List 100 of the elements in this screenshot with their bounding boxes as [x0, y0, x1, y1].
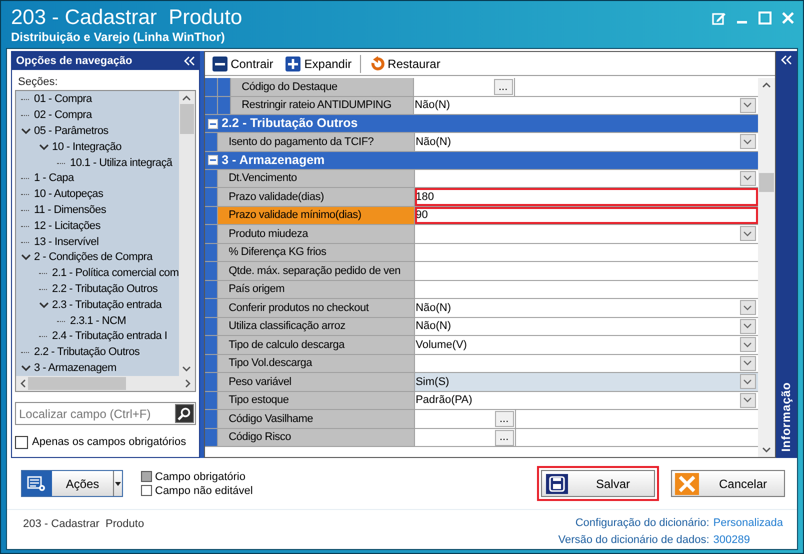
ellipsis-button[interactable]: ... [494, 411, 514, 427]
dropdown-button[interactable] [740, 337, 756, 352]
collapse-icon[interactable] [780, 55, 792, 65]
field-value[interactable]: Sim(S) [414, 373, 758, 390]
tree-item[interactable]: 01 - Compra [34, 92, 92, 108]
info-panel-title: Informação [778, 382, 794, 452]
section-header[interactable]: 2.2 - Tributação Outros [204, 115, 758, 133]
search-button[interactable] [174, 404, 194, 423]
dropdown-button[interactable] [740, 98, 756, 112]
field-value[interactable]: Não(N) [414, 133, 758, 150]
save-button[interactable]: Salvar [541, 470, 655, 497]
chevron-down-icon [743, 102, 752, 108]
field-label[interactable]: Qtde. máx. separação pedido de ven [218, 262, 415, 280]
dropdown-button[interactable] [740, 134, 756, 149]
scroll-right-icon[interactable] [184, 379, 191, 388]
field-value[interactable]: Não(N) [414, 318, 758, 335]
edit-icon[interactable] [712, 11, 726, 25]
field-label[interactable]: País origem [218, 280, 415, 298]
dropdown-button[interactable] [740, 300, 756, 315]
tree-item[interactable]: 1 - Capa [34, 171, 74, 186]
tree-item[interactable]: 2.3.1 - NCM [70, 314, 126, 329]
scrollbar-thumb[interactable] [758, 173, 774, 192]
chevron-icon[interactable] [21, 254, 31, 262]
field-label[interactable]: Prazo validade mínimo(dias) [218, 206, 415, 224]
info-panel[interactable]: Informação [776, 51, 797, 458]
field-label[interactable]: Código do Destaque [230, 78, 414, 96]
tree-item[interactable]: 2.3 - Tributação entrada [52, 298, 162, 313]
tree-item[interactable]: 2.2 - Tributação Outros [34, 345, 140, 360]
save-icon [546, 474, 568, 494]
field-label[interactable]: Dt.Vencimento [218, 170, 415, 187]
minus-box-icon[interactable] [208, 155, 218, 165]
scroll-up-icon[interactable] [182, 95, 192, 101]
dropdown-button[interactable] [740, 374, 756, 389]
tree-item[interactable]: 3 - Armazenagem [34, 360, 116, 376]
toolbar-button[interactable]: Contrair [208, 54, 278, 72]
chevron-down-icon [743, 304, 752, 310]
field-label[interactable]: Peso variável [218, 373, 415, 390]
ellipsis-button[interactable]: ... [494, 430, 514, 446]
tree-item[interactable]: 10 - Autopeças [34, 187, 104, 202]
maximize-icon[interactable] [758, 11, 772, 25]
field-label[interactable]: Código Vasilhame [218, 410, 415, 428]
actions-button[interactable]: Ações [21, 470, 123, 497]
field-label[interactable]: Isento do pagamento da TCIF? [218, 133, 415, 150]
field-label[interactable]: Tipo Vol.descarga [218, 354, 415, 372]
scrollbar-thumb[interactable] [28, 377, 126, 390]
chevron-icon[interactable] [39, 302, 49, 309]
minus-box-icon[interactable] [208, 118, 218, 128]
search-field[interactable]: Localizar campo (Ctrl+F) [15, 402, 196, 425]
scroll-up-icon[interactable] [762, 82, 771, 88]
field-value[interactable]: Padrão(PA) [414, 392, 758, 409]
field-label[interactable]: Código Risco [218, 428, 415, 446]
field-label[interactable]: Conferir produtos no checkout [218, 299, 415, 316]
tree-item[interactable]: 10 - Integração [52, 140, 122, 155]
field-label[interactable]: Produto miudeza [218, 225, 415, 242]
chevron-icon[interactable] [21, 128, 31, 135]
tree-item[interactable]: 10.1 - Utiliza integraçã [70, 156, 172, 171]
field-value[interactable]: Não(N) [414, 96, 758, 114]
tree-item[interactable]: 2.2 - Tributação Outros [52, 282, 158, 297]
tree-item[interactable]: 2.1 - Política comercial com [52, 266, 179, 282]
field-value[interactable]: Volume(V) [414, 336, 758, 354]
tree-item[interactable]: 2 - Condições de Compra [34, 250, 152, 266]
field-label[interactable]: Tipo estoque [218, 392, 415, 409]
search-icon [177, 406, 192, 420]
field-label[interactable]: Tipo de calculo descarga [218, 336, 415, 354]
ellipsis-button[interactable]: ... [494, 79, 513, 95]
toolbar-button[interactable]: Expandir [281, 54, 356, 72]
cancel-button[interactable]: Cancelar [671, 470, 785, 497]
section-header[interactable]: 3 - Armazenagem [204, 152, 758, 170]
dropdown-button[interactable] [740, 392, 756, 408]
field-value[interactable] [414, 354, 758, 372]
field-label[interactable]: Restringir rateio ANTIDUMPING [230, 96, 414, 114]
field-value[interactable] [414, 225, 758, 242]
toolbar-button[interactable]: Restaurar [364, 54, 444, 72]
scroll-left-icon[interactable] [20, 379, 26, 388]
scroll-down-icon[interactable] [762, 447, 771, 453]
field-label[interactable]: Prazo validade(dias) [218, 188, 415, 206]
close-icon[interactable] [781, 11, 795, 25]
dropdown-button[interactable] [740, 226, 756, 241]
chevron-down-icon [743, 360, 752, 366]
scrollbar-thumb[interactable] [180, 104, 194, 134]
tree-item[interactable]: 11 - Dimensões [34, 202, 106, 218]
field-value[interactable] [414, 170, 758, 187]
tree-item[interactable]: 2.4 - Tributação entrada I [52, 329, 168, 344]
tree-item[interactable]: 13 - Inservível [34, 234, 99, 250]
tree-item[interactable]: 12 - Licitações [34, 218, 100, 234]
chevron-icon[interactable] [21, 364, 31, 372]
checkbox[interactable] [15, 436, 28, 449]
dropdown-button[interactable] [740, 170, 756, 186]
tree-item[interactable]: 02 - Compra [34, 108, 92, 124]
field-value[interactable]: Não(N) [414, 299, 758, 316]
field-label[interactable]: % Diferença KG frios [218, 244, 415, 261]
chevron-icon[interactable] [39, 144, 49, 151]
dropdown-button[interactable] [740, 318, 756, 334]
scroll-down-icon[interactable] [182, 366, 192, 372]
field-value[interactable]: 180 [414, 188, 758, 206]
dropdown-button[interactable] [740, 356, 756, 370]
chevron-down-icon [743, 230, 752, 236]
tree-item[interactable]: 05 - Parâmetros [34, 124, 108, 139]
collapse-icon[interactable] [184, 56, 195, 66]
field-label[interactable]: Utiliza classificação arroz [218, 318, 415, 335]
